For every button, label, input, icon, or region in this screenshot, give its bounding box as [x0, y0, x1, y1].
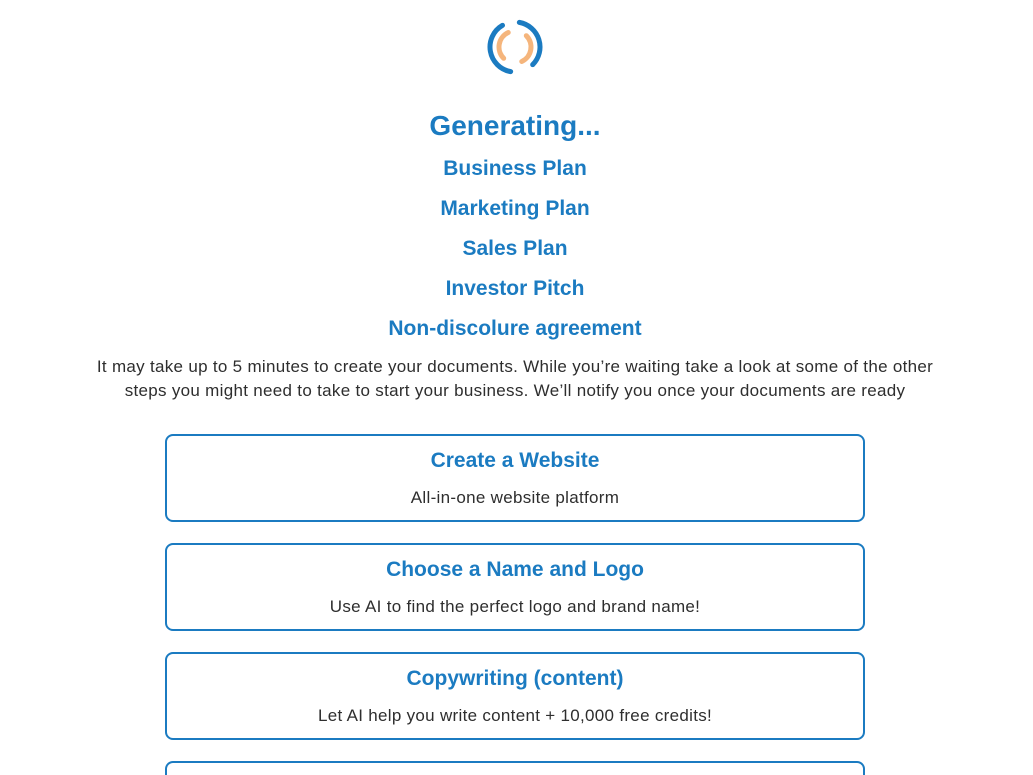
- document-item-investor-pitch: Investor Pitch: [445, 277, 585, 300]
- card-description: Use AI to find the perfect logo and bran…: [329, 597, 701, 616]
- card-title: Copywriting (content): [406, 667, 624, 690]
- document-list: Business Plan Marketing Plan Sales Plan …: [0, 149, 1030, 349]
- status-title: Generating...: [429, 110, 601, 141]
- document-item-marketing-plan: Marketing Plan: [440, 197, 590, 220]
- loading-spinner-icon: [487, 19, 543, 75]
- card-title: Choose a Name and Logo: [386, 558, 644, 581]
- card-description: All-in-one website platform: [410, 488, 620, 507]
- document-item-sales-plan: Sales Plan: [462, 237, 568, 260]
- card-description: Let AI help you write content + 10,000 f…: [317, 706, 713, 725]
- generating-page: Generating... Business Plan Marketing Pl…: [0, 0, 1030, 775]
- card-name-and-logo[interactable]: Choose a Name and Logo Use AI to find th…: [165, 543, 865, 631]
- card-partially-visible[interactable]: [165, 761, 865, 775]
- next-steps-cards: Create a Website All-in-one website plat…: [0, 434, 1030, 775]
- card-title: Create a Website: [430, 449, 600, 472]
- document-item-nda: Non-discolure agreement: [388, 317, 642, 340]
- spinner-inner-arc-right: [519, 33, 534, 64]
- document-item-business-plan: Business Plan: [443, 157, 587, 180]
- spinner-inner-arc-left: [496, 30, 511, 61]
- card-copywriting[interactable]: Copywriting (content) Let AI help you wr…: [165, 652, 865, 740]
- card-create-website[interactable]: Create a Website All-in-one website plat…: [165, 434, 865, 522]
- waiting-message: It may take up to 5 minutes to create yo…: [96, 357, 934, 400]
